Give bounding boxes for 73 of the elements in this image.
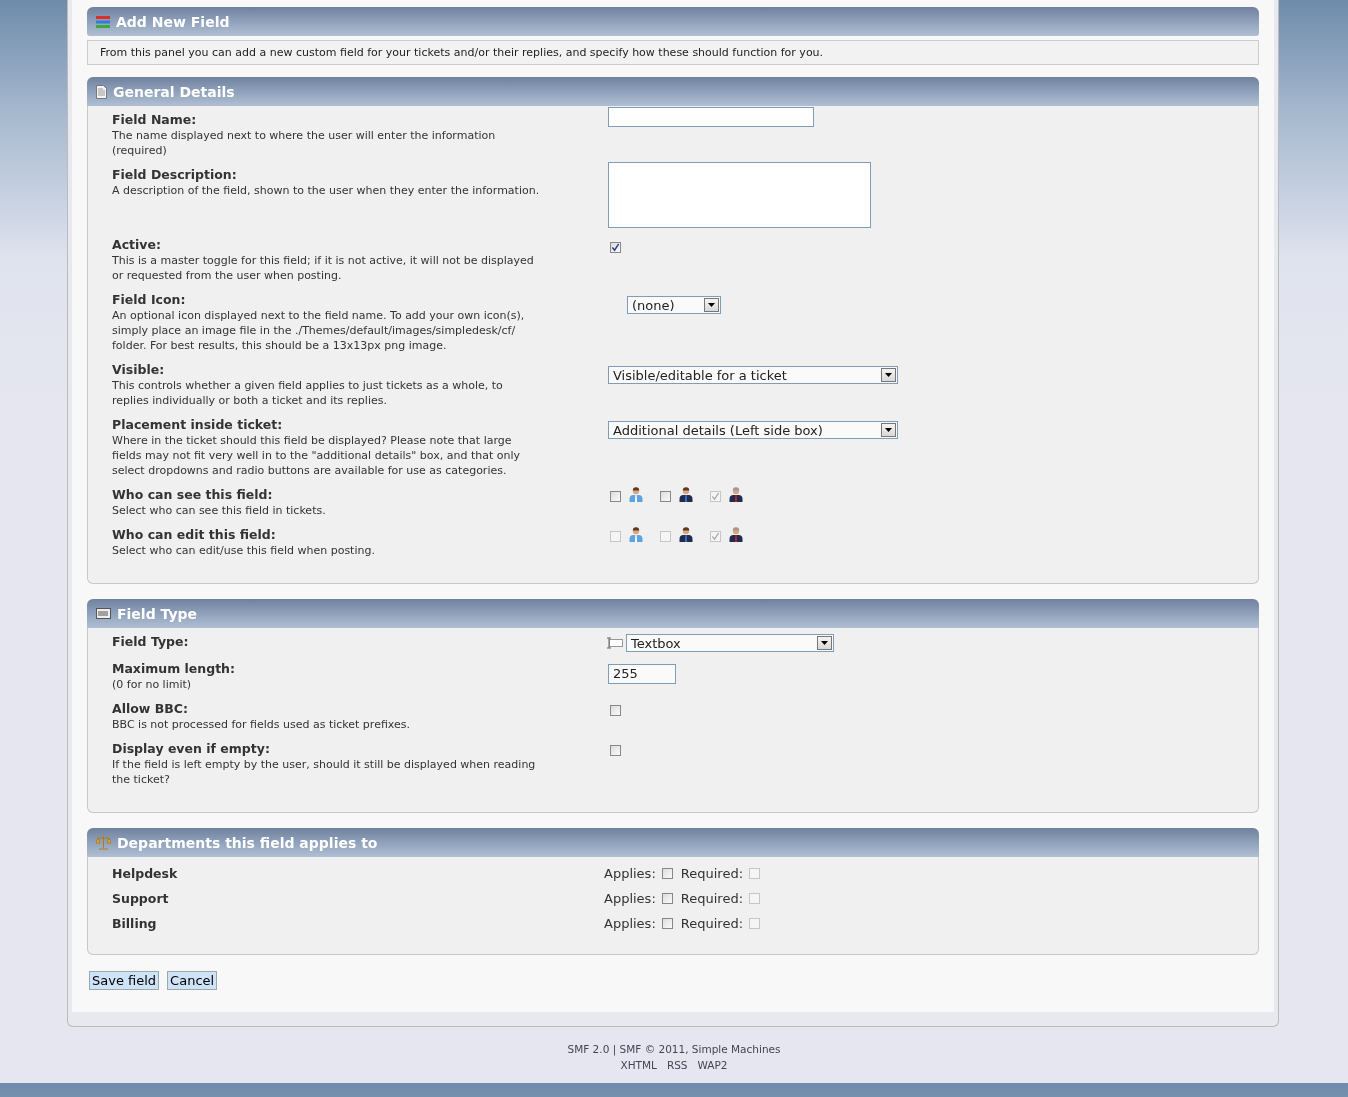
caret-icon bbox=[821, 641, 828, 645]
footer-link[interactable]: RSS bbox=[666, 1057, 688, 1073]
footer-link[interactable]: WAP2 bbox=[697, 1057, 728, 1073]
keyboard-icon bbox=[96, 608, 111, 619]
section-title: General Details bbox=[113, 83, 235, 100]
field-label: Maximum length: bbox=[112, 661, 236, 677]
department-name: Support bbox=[112, 891, 169, 906]
caret-icon bbox=[708, 303, 715, 307]
field-label: Field Description: bbox=[112, 167, 238, 183]
footer-link[interactable]: XHTML bbox=[620, 1057, 657, 1073]
field-label: Display even if empty: bbox=[112, 741, 271, 757]
field-label: Field Icon: bbox=[112, 292, 187, 308]
save-button[interactable]: Save field bbox=[89, 971, 160, 990]
department-name: Helpdesk bbox=[112, 866, 178, 881]
field-label: Active: bbox=[112, 237, 162, 253]
checkbox[interactable] bbox=[610, 242, 621, 253]
field-description: A description of the field, shown to the user when they enter the information. bbox=[112, 183, 541, 198]
dropdown[interactable]: (none) bbox=[627, 296, 721, 314]
text-field[interactable] bbox=[608, 107, 814, 127]
required-label: Required: bbox=[680, 916, 744, 931]
checkbox[interactable] bbox=[661, 918, 673, 929]
scales-icon bbox=[96, 835, 111, 850]
checkbox[interactable] bbox=[661, 868, 673, 879]
person-icon bbox=[629, 526, 643, 542]
checkbox[interactable] bbox=[610, 491, 621, 502]
field-description: Select who can edit/use this field when posting. bbox=[112, 543, 376, 558]
required-label: Required: bbox=[680, 866, 744, 881]
text-area[interactable] bbox=[608, 162, 871, 228]
person-icon bbox=[679, 526, 693, 542]
field-description: This is a master toggle for this field; if it is not active, it will not be displayed or requested from the user when posting. bbox=[112, 253, 535, 283]
field-label: Placement inside ticket: bbox=[112, 417, 284, 433]
applies-label: Applies: bbox=[604, 866, 656, 881]
section-title: Departments this field applies to bbox=[117, 834, 378, 851]
document-icon bbox=[96, 84, 107, 99]
required-label: Required: bbox=[680, 891, 744, 906]
person-icon bbox=[729, 486, 743, 502]
person-icon bbox=[729, 526, 743, 542]
checkbox[interactable] bbox=[610, 705, 621, 716]
section-title: Field Type bbox=[117, 605, 198, 622]
textbox-icon bbox=[606, 637, 623, 649]
field-label: Who can see this field: bbox=[112, 487, 274, 503]
dropdown[interactable]: Textbox bbox=[626, 634, 834, 652]
field-label: Who can edit this field: bbox=[112, 527, 277, 543]
copyright-text: SMF 2.0 | SMF © 2011, Simple Machines bbox=[566, 1042, 782, 1057]
applies-label: Applies: bbox=[604, 916, 656, 931]
field-description: This controls whether a given field applies to just tickets as a whole, to replies individually or both a ticket and its replies. bbox=[112, 378, 504, 408]
dropdown[interactable]: Additional details (Left side box) bbox=[608, 421, 898, 439]
field-description: Where in the ticket should this field be displayed? Please note that large fields may not fit very well in to the "additional details" box, and that only select dropdowns and radio buttons are available for use as categories. bbox=[112, 433, 522, 478]
field-description: BBC is not processed for fields used as ticket prefixes. bbox=[112, 717, 411, 732]
cancel-button[interactable]: Cancel bbox=[167, 971, 218, 990]
field-label: Visible: bbox=[112, 362, 166, 378]
department-name: Billing bbox=[112, 916, 157, 931]
person-icon bbox=[629, 486, 643, 502]
field-description: An optional icon displayed next to the field name. To add your own icon(s), simply place an image file in the ./Themes/default/images/simpledesk/cf/ folder. For best results, this should be a 13x13px png image. bbox=[112, 308, 526, 353]
field-description: If the field is left empty by the user, should it still be displayed when reading the ticket? bbox=[112, 757, 537, 787]
panel-title: Add New Field bbox=[116, 13, 230, 30]
person-icon bbox=[679, 486, 693, 502]
field-description: Select who can see this field in tickets. bbox=[112, 503, 327, 518]
checkbox[interactable] bbox=[610, 745, 621, 756]
caret-icon bbox=[885, 373, 892, 377]
dropdown[interactable]: Visible/editable for a ticket bbox=[608, 366, 898, 384]
caret-icon bbox=[885, 428, 892, 432]
list-icon bbox=[96, 14, 110, 29]
field-description: (0 for no limit) bbox=[112, 677, 193, 692]
text-field[interactable]: 255 bbox=[608, 664, 676, 684]
field-label: Allow BBC: bbox=[112, 701, 189, 717]
applies-label: Applies: bbox=[604, 891, 656, 906]
checkbox[interactable] bbox=[661, 893, 673, 904]
field-label: Field Name: bbox=[112, 112, 198, 128]
checkbox[interactable] bbox=[660, 491, 671, 502]
field-description: The name displayed next to where the user will enter the information (required) bbox=[112, 128, 497, 158]
field-label: Field Type: bbox=[112, 634, 190, 650]
intro-text: From this panel you can add a new custom field for your tickets and/or their replies, and specify how these should function for you. bbox=[87, 40, 1259, 65]
